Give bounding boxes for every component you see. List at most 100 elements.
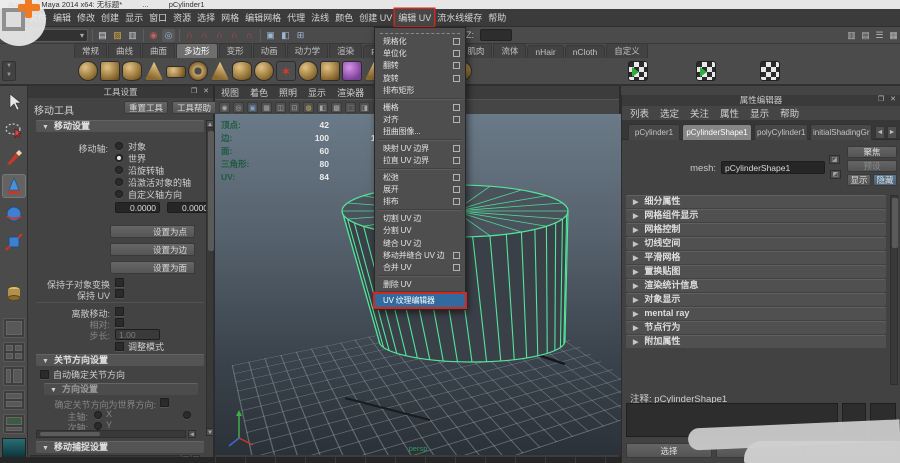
menu-item-rotate[interactable]: 旋转 bbox=[375, 72, 465, 84]
section-render-stats[interactable]: ▶渲染统计信息 bbox=[626, 279, 886, 292]
layout-persp-graph-icon[interactable] bbox=[3, 414, 25, 434]
orient-hscrollbar[interactable] bbox=[36, 430, 186, 438]
shelf-tab-polygons[interactable]: 多边形 bbox=[176, 43, 218, 58]
ae-menu-show[interactable]: 显示 bbox=[750, 106, 769, 120]
uv-snapshot-icon[interactable] bbox=[696, 61, 716, 81]
sculpt-cube-icon[interactable] bbox=[342, 61, 362, 81]
texture-toggle-icon[interactable]: ▩ bbox=[331, 102, 342, 113]
viewport-menu-show[interactable]: 显示 bbox=[308, 86, 326, 99]
toggle-attribute-editor-icon[interactable]: ▥ bbox=[845, 29, 858, 42]
section-mesh-controls[interactable]: ▶网格控制 bbox=[626, 223, 886, 236]
axis-rotation-radio[interactable] bbox=[115, 166, 123, 174]
shelf-menu-icon[interactable]: ▼▼ bbox=[2, 61, 16, 81]
menu-item-flip[interactable]: 翻转 bbox=[375, 60, 465, 72]
mesh-name-field[interactable]: pCylinderShape1 bbox=[721, 161, 825, 174]
option-box-icon[interactable] bbox=[453, 186, 460, 193]
status-separator[interactable] bbox=[260, 29, 261, 42]
paint-select-tool-icon[interactable] bbox=[2, 146, 26, 170]
toggle-layers-icon[interactable]: ▦ bbox=[887, 29, 900, 42]
viewport-menu-renderer[interactable]: 渲染器 bbox=[337, 86, 364, 99]
polygon-pipe-icon[interactable] bbox=[232, 61, 252, 81]
menu-item-sew-uv-edges[interactable]: 缝合 UV 边 bbox=[375, 237, 465, 249]
section-smooth-mesh[interactable]: ▶平滑网格 bbox=[626, 251, 886, 264]
section-move-settings[interactable]: ▼移动设置 bbox=[36, 120, 204, 132]
section-tangent-space[interactable]: ▶切线空间 bbox=[626, 237, 886, 250]
ae-menu-help[interactable]: 帮助 bbox=[780, 106, 799, 120]
option-box-icon[interactable] bbox=[453, 174, 460, 181]
option-box-icon[interactable] bbox=[453, 145, 460, 152]
uv-checker-map-icon[interactable] bbox=[628, 61, 648, 81]
shaded-mode-icon[interactable]: ◨ bbox=[359, 102, 370, 113]
set-to-face-button[interactable]: 设置为面 bbox=[110, 261, 195, 274]
wireframe-mode-icon[interactable]: ⬚ bbox=[345, 102, 356, 113]
menu-color[interactable]: 颜色 bbox=[332, 9, 356, 26]
snap-surface-icon[interactable]: ∩ bbox=[243, 29, 256, 42]
lasso-tool-icon[interactable] bbox=[2, 118, 26, 142]
shelf-tab-nhair[interactable]: nHair bbox=[527, 45, 563, 58]
menu-item-unitize[interactable]: 单位化 bbox=[375, 47, 465, 59]
ae-menu-attributes[interactable]: 属性 bbox=[720, 106, 739, 120]
polygon-plane-icon[interactable] bbox=[166, 66, 186, 78]
status-separator[interactable] bbox=[143, 29, 144, 42]
menu-create-uv[interactable]: 创建 UV bbox=[356, 9, 395, 26]
axis-object-radio[interactable] bbox=[115, 142, 123, 150]
option-box-icon[interactable] bbox=[453, 62, 460, 69]
viewport-menu-view[interactable]: 视图 bbox=[221, 86, 239, 99]
snap-curve-icon[interactable]: ∩ bbox=[198, 29, 211, 42]
expand-node-icon[interactable]: ◪ bbox=[829, 155, 840, 164]
z-coordinate-input[interactable] bbox=[480, 29, 512, 41]
shelf-tab-animation[interactable]: 动画 bbox=[253, 43, 286, 58]
tool-help-button[interactable]: 工具帮助 bbox=[172, 101, 216, 114]
custom-axis-x-field[interactable]: 0.0000 bbox=[115, 202, 160, 213]
move-tool-icon[interactable] bbox=[2, 174, 26, 198]
menu-mesh[interactable]: 网格 bbox=[218, 9, 242, 26]
attribute-scrollbar[interactable] bbox=[890, 195, 898, 385]
camera-lock-icon[interactable]: ◎ bbox=[233, 102, 244, 113]
menu-item-straighten-uv-border[interactable]: 拉直 UV 边界 bbox=[375, 155, 465, 167]
section-joint-orient-settings[interactable]: ▼关节方向设置 bbox=[36, 354, 204, 366]
menu-assets[interactable]: 资源 bbox=[170, 9, 194, 26]
relative-checkbox[interactable] bbox=[115, 318, 124, 327]
shelf-tab-fluids[interactable]: 流体 bbox=[493, 43, 526, 58]
camera-select-icon[interactable]: ◉ bbox=[219, 102, 230, 113]
tab-scroll-right-icon[interactable]: ► bbox=[887, 126, 897, 139]
menu-display[interactable]: 显示 bbox=[122, 9, 146, 26]
section-extra-attributes[interactable]: ▶附加属性 bbox=[626, 335, 886, 348]
menu-item-grid[interactable]: 栅格 bbox=[375, 101, 465, 113]
scale-tool-icon[interactable] bbox=[2, 230, 26, 254]
tab-scroll-left-icon[interactable]: ◄ bbox=[875, 126, 885, 139]
menu-item-layout[interactable]: 排布 bbox=[375, 196, 465, 208]
preserve-uv-checkbox[interactable] bbox=[115, 289, 124, 298]
auto-joint-orient-label[interactable]: 自动确定关节方向 bbox=[53, 368, 125, 381]
node-graph-icon[interactable]: ◩ bbox=[830, 170, 841, 179]
shelf-tab-curves[interactable]: 曲线 bbox=[108, 43, 141, 58]
polygon-platonic-icon[interactable] bbox=[320, 61, 340, 81]
shelf-tab-custom[interactable]: 自定义 bbox=[606, 43, 648, 58]
section-mesh-component-display[interactable]: ▶网格组件显示 bbox=[626, 209, 886, 222]
status-separator[interactable] bbox=[179, 29, 180, 42]
ae-menu-focus[interactable]: 关注 bbox=[690, 106, 709, 120]
ae-menu-list[interactable]: 列表 bbox=[630, 106, 649, 120]
presets-button[interactable]: 预设 bbox=[847, 160, 897, 172]
snap-plane-icon[interactable]: ∩ bbox=[228, 29, 241, 42]
tab-initialshadinggroup[interactable]: initialShadingGr bbox=[810, 124, 872, 140]
toggle-tool-settings-icon[interactable]: ▤ bbox=[859, 29, 872, 42]
set-to-point-button[interactable]: 设置为点 bbox=[110, 225, 195, 238]
select-tool-icon[interactable] bbox=[2, 90, 26, 114]
last-tool-icon[interactable] bbox=[2, 282, 26, 306]
menu-item-map-uv-border[interactable]: 映射 UV 边界 bbox=[375, 142, 465, 154]
menu-item-cut-uv-edges[interactable]: 切割 UV 边 bbox=[375, 212, 465, 224]
select-hierarchy-icon[interactable]: ◉ bbox=[147, 29, 160, 42]
scroll-down-icon[interactable]: ▼ bbox=[206, 428, 214, 436]
save-scene-icon[interactable]: ▥ bbox=[126, 29, 139, 42]
snap-point-icon[interactable]: ∩ bbox=[213, 29, 226, 42]
toggle-channel-box-icon[interactable]: ☰ bbox=[873, 29, 886, 42]
axis-custom-radio[interactable] bbox=[115, 190, 123, 198]
section-displacement-map[interactable]: ▶置换贴图 bbox=[626, 265, 886, 278]
menu-edit[interactable]: 编辑 bbox=[50, 9, 74, 26]
shelf-tab-deformation[interactable]: 变形 bbox=[219, 43, 252, 58]
tweak-mode-checkbox[interactable] bbox=[115, 342, 124, 351]
select-object-icon[interactable]: ◎ bbox=[162, 29, 175, 42]
menu-edit-uv[interactable]: 编辑 UV bbox=[395, 9, 434, 26]
shelf-tab-dynamics[interactable]: 动力学 bbox=[287, 43, 329, 58]
